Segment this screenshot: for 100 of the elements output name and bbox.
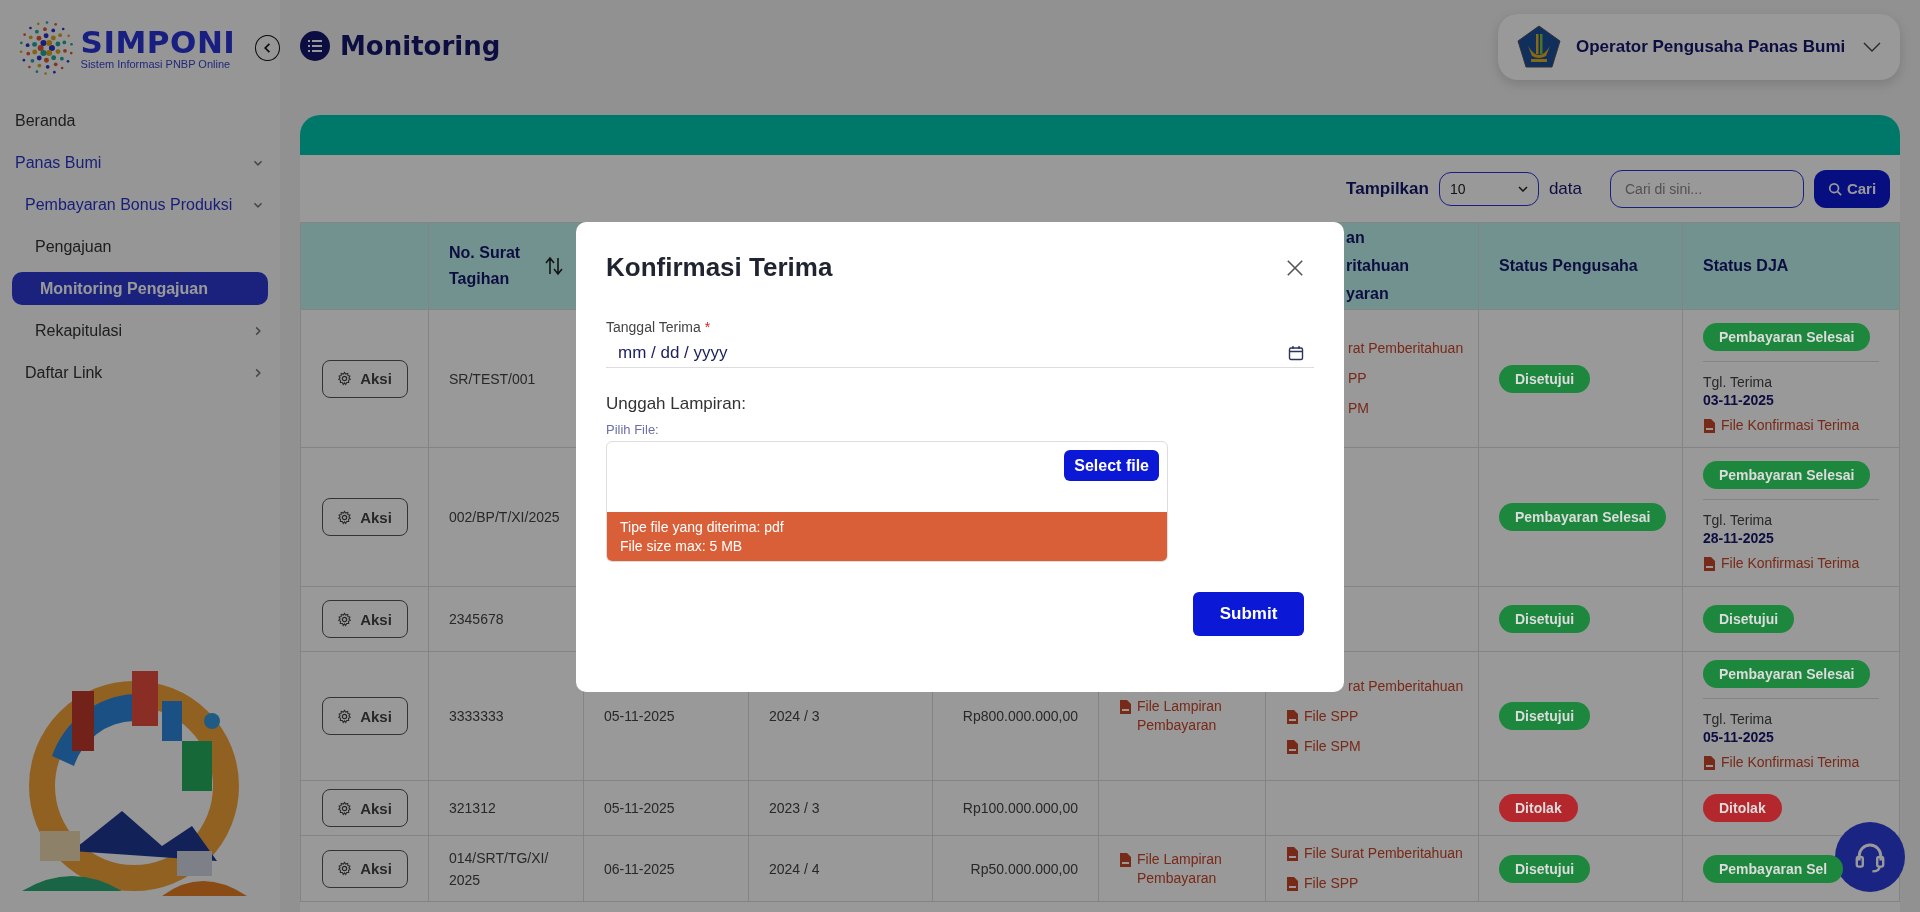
column-header: Status DJA — [1703, 257, 1789, 274]
gear-icon[interactable] — [337, 371, 353, 386]
file-link[interactable]: File Konfirmasi Terima — [1703, 753, 1860, 772]
logo-subtitle: Sistem Informasi PNBP Online — [80, 58, 232, 70]
sort-icon[interactable] — [545, 256, 563, 276]
gear-icon[interactable] — [337, 861, 353, 876]
file-link[interactable]: PM — [1348, 399, 1369, 418]
status-badge: Disetujui — [1703, 605, 1795, 633]
file-link[interactable]: rat Pemberitahuan — [1348, 339, 1464, 358]
table-cell: 05-11-2025 — [604, 708, 675, 724]
select-file-button[interactable]: Select file — [1064, 450, 1159, 481]
file-link[interactable]: File Konfirmasi Terima — [1703, 415, 1860, 435]
file-icon[interactable] — [1286, 709, 1298, 724]
file-icon[interactable] — [1119, 852, 1131, 867]
table-cell: 05-11-2025 — [604, 800, 675, 816]
status-badge: Pembayaran Selesai — [1703, 660, 1871, 688]
status-badge: Pembayaran Selesai — [1703, 322, 1871, 351]
status-badge: Disetujui — [1499, 605, 1591, 633]
file-link[interactable]: File SPP — [1286, 874, 1359, 893]
file-icon[interactable] — [1703, 418, 1715, 433]
caret-icon[interactable] — [1517, 185, 1528, 192]
sidebar-item[interactable]: Panas Bumi — [12, 146, 268, 179]
file-icon[interactable] — [1286, 877, 1298, 891]
file-link[interactable]: File Konfirmasi Terima — [1703, 554, 1860, 573]
status-badge: Ditolak — [1703, 794, 1782, 822]
list-icon — [300, 31, 330, 61]
logo-title: SIMPONI — [80, 26, 236, 58]
sidebar-item[interactable]: Rekapitulasi — [12, 314, 268, 347]
gear-icon[interactable] — [337, 800, 353, 816]
dialog-title: Konfirmasi Terima — [606, 252, 833, 283]
sidebar-item[interactable]: Pembayaran Bonus Produksi — [12, 188, 268, 221]
sidebar-item[interactable]: Daftar Link — [12, 356, 268, 389]
table-cell: Rp100.000.000,00 — [962, 800, 1078, 816]
file-icon[interactable] — [1286, 739, 1298, 754]
close-icon[interactable] — [1286, 258, 1304, 277]
status-badge: Ditolak — [1499, 794, 1578, 822]
field-label: Pilih File: — [606, 422, 660, 437]
table-cell: Rp50.000.000,00 — [970, 860, 1078, 877]
file-link[interactable]: PP — [1348, 369, 1367, 388]
table-cell: 321312 — [449, 800, 496, 816]
action-button[interactable]: Aksi — [321, 849, 408, 888]
action-button[interactable]: Aksi — [321, 600, 408, 638]
file-link[interactable]: File Surat Pemberitahuan — [1286, 844, 1463, 863]
emblem-icon — [1516, 24, 1562, 70]
table-cell: 2024 / 4 — [769, 860, 820, 877]
chevron-down-icon[interactable] — [1862, 41, 1882, 53]
field-label: Tanggal Terima — [606, 319, 701, 335]
column-header: an — [1346, 228, 1366, 248]
search-button[interactable]: Cari — [1814, 169, 1890, 208]
file-link[interactable]: rat Pemberitahuan — [1348, 676, 1464, 696]
status-badge: Pembayaran Selesai — [1499, 503, 1667, 531]
table-cell: 3333333 — [449, 708, 504, 724]
required-mark: * — [704, 319, 711, 335]
table-cell: 014/SRT/TG/XI/2025 — [449, 849, 549, 888]
user-menu[interactable]: Operator Pengusaha Panas Bumi — [1498, 14, 1900, 80]
receipt-date: 03-11-2025 — [1703, 391, 1775, 408]
receipt-label: Tgl. Terima — [1703, 512, 1773, 528]
gear-icon[interactable] — [337, 509, 353, 525]
file-icon[interactable] — [1703, 557, 1715, 571]
action-button[interactable]: Aksi — [321, 697, 408, 735]
status-badge: Disetujui — [1499, 702, 1591, 730]
gear-icon[interactable] — [337, 708, 353, 724]
section-title: Unggah Lampiran: — [606, 394, 747, 414]
search-icon[interactable] — [1827, 181, 1842, 196]
column-header: ritahuan — [1346, 256, 1411, 276]
sidebar-item[interactable]: Pengajuan — [12, 230, 268, 263]
upload-area[interactable]: Select file Tipe file yang diterima: pdf File size max: 5 MB — [606, 441, 1168, 562]
table-cell: 06-11-2025 — [604, 860, 675, 877]
sidebar-item[interactable]: Monitoring Pengajuan — [12, 272, 268, 305]
gear-icon[interactable] — [337, 611, 353, 627]
search-field[interactable]: Cari di sini... — [1610, 169, 1804, 208]
calendar-icon[interactable] — [1288, 345, 1304, 361]
file-link[interactable]: File SPP — [1286, 706, 1359, 726]
file-link[interactable]: File SPM — [1286, 736, 1361, 756]
sidebar-item[interactable]: Beranda — [12, 104, 268, 137]
status-badge: Pembayaran Selesai — [1703, 461, 1871, 489]
date-field[interactable]: mm / dd / yyyy — [606, 343, 1314, 368]
file-icon[interactable] — [1703, 756, 1715, 770]
page-size-select[interactable]: 10 — [1438, 171, 1539, 206]
status-badge: Pembayaran Sel — [1703, 854, 1844, 883]
column-header: Status Pengusaha — [1499, 257, 1638, 274]
show-label: Tampilkan — [1346, 178, 1429, 199]
data-label: data — [1548, 178, 1582, 199]
action-button[interactable]: Aksi — [321, 789, 408, 827]
status-badge: Disetujui — [1499, 364, 1591, 393]
info-text: Tipe file yang diterima: pdf — [620, 519, 785, 535]
action-button[interactable]: Aksi — [321, 359, 408, 398]
table-cell: SR/TEST/001 — [449, 370, 536, 387]
column-header: yaran — [1346, 284, 1390, 304]
receipt-date: 05-11-2025 — [1703, 729, 1775, 745]
info-text: File size max: 5 MB — [620, 538, 744, 554]
file-icon[interactable] — [1119, 700, 1131, 714]
action-button[interactable]: Aksi — [321, 498, 408, 536]
receipt-date: 28-11-2025 — [1703, 530, 1775, 546]
table-cell: 2023 / 3 — [769, 800, 820, 816]
dots-logo-icon — [18, 18, 75, 78]
table-cell: 002/BP/T/XI/2025 — [449, 509, 560, 525]
file-icon[interactable] — [1286, 847, 1298, 861]
table-cell: Rp800.000.000,00 — [962, 708, 1078, 724]
submit-button[interactable]: Submit — [1193, 592, 1304, 636]
